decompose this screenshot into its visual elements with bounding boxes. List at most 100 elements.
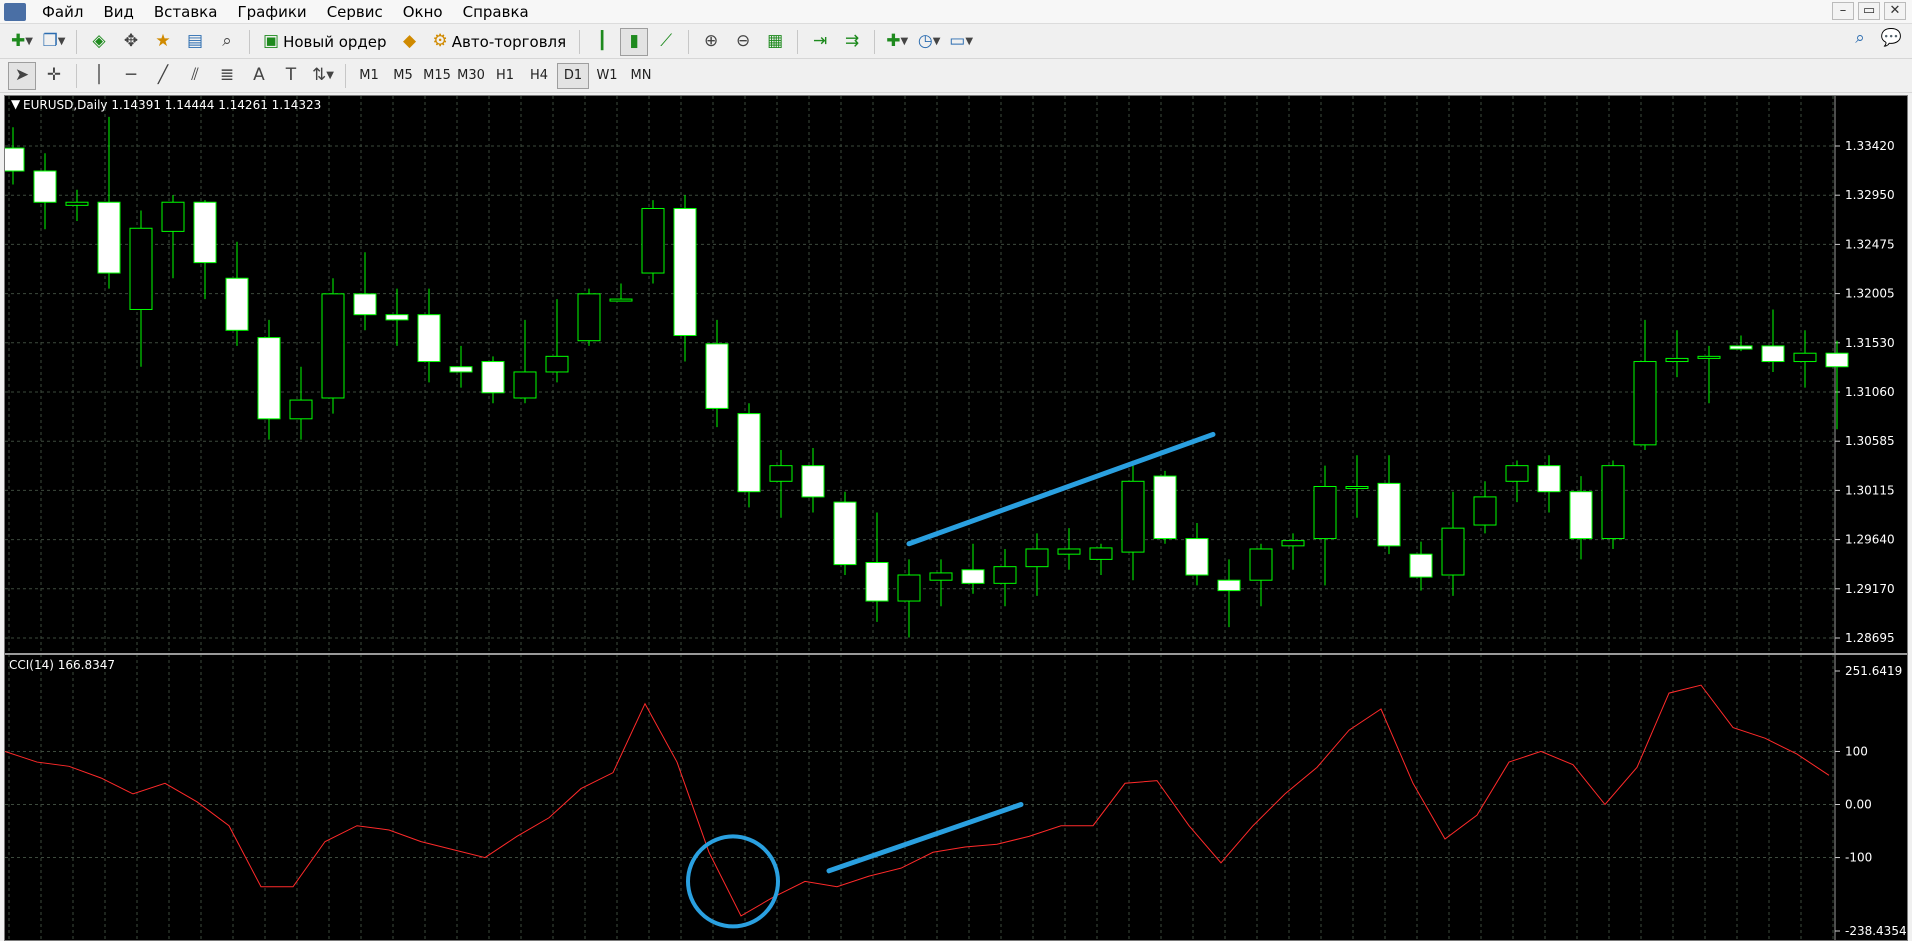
- menu-help[interactable]: Справка: [453, 1, 539, 23]
- horizontal-line-icon: ─: [125, 65, 137, 85]
- menu-view[interactable]: Вид: [93, 1, 143, 23]
- menu-window[interactable]: Окно: [393, 1, 453, 23]
- indicators-button[interactable]: ✚ ▼: [883, 28, 911, 56]
- candle-body: [353, 293, 377, 316]
- menu-charts[interactable]: Графики: [227, 1, 316, 23]
- new-chart-button[interactable]: ✚ ▼: [8, 28, 36, 56]
- line-chart-button[interactable]: ⟋: [652, 28, 680, 56]
- bar-chart-button[interactable]: ┃: [588, 28, 616, 56]
- candle-body: [705, 343, 729, 409]
- timeframe-d1[interactable]: D1: [557, 62, 589, 89]
- templates-button[interactable]: ▭ ▼: [947, 28, 975, 56]
- menu-insert[interactable]: Вставка: [144, 1, 228, 23]
- horizontal-line-button[interactable]: ─: [117, 62, 145, 90]
- tile-windows-button[interactable]: ▦: [761, 28, 789, 56]
- text-icon: A: [253, 65, 265, 85]
- chart-shift-button[interactable]: ⇥: [806, 28, 834, 56]
- price-axis-label: 1.30115: [1845, 483, 1895, 497]
- periods-button[interactable]: ◷ ▼: [915, 28, 943, 56]
- arrows-button[interactable]: ⇅ ▼: [309, 62, 337, 90]
- chat-icon[interactable]: 💬: [1881, 30, 1902, 47]
- candle-body: [449, 366, 473, 373]
- right-toolbar: ⌕ 💬: [1855, 30, 1902, 47]
- auto-trading-icon: ⚙: [432, 31, 448, 51]
- timeframe-m1[interactable]: M1: [353, 63, 385, 89]
- timeframe-m30[interactable]: M30: [455, 63, 487, 89]
- tile-icon: ▦: [767, 31, 784, 51]
- candle-body: [225, 277, 249, 331]
- candle-body: [1505, 465, 1529, 482]
- navigator-button[interactable]: ✥: [117, 28, 145, 56]
- terminal-button[interactable]: ▤: [181, 28, 209, 56]
- vertical-line-button[interactable]: │: [85, 62, 113, 90]
- candle-body: [929, 572, 953, 581]
- trendline-icon: ╱: [157, 65, 169, 85]
- auto-scroll-button[interactable]: ⇉: [838, 28, 866, 56]
- timeframe-mn[interactable]: MN: [625, 63, 657, 89]
- candle-body: [961, 569, 985, 584]
- candle-body: [865, 562, 889, 602]
- minimize-button[interactable]: –: [1832, 2, 1854, 20]
- clock-icon: ◷: [917, 31, 933, 51]
- timeframe-h4[interactable]: H4: [523, 63, 555, 89]
- crosshair-button[interactable]: ✛: [40, 62, 68, 90]
- auto-trading-button[interactable]: ⚙ Авто-торговля: [428, 28, 572, 56]
- close-button[interactable]: ✕: [1884, 2, 1906, 20]
- toolbar-separator: [797, 29, 799, 54]
- channel-button[interactable]: ⫽: [181, 62, 209, 90]
- bar-chart-icon: ┃: [597, 31, 608, 51]
- candle-body: [1761, 345, 1785, 363]
- candle-body: [513, 371, 537, 399]
- zoom-out-button[interactable]: ⊖: [729, 28, 757, 56]
- price-axis-label: 1.28695: [1845, 631, 1895, 645]
- text-label-button[interactable]: T: [277, 62, 305, 90]
- candle-body: [641, 207, 665, 274]
- candle-body: [321, 293, 345, 399]
- toolbar-separator: [345, 63, 346, 88]
- profiles-button[interactable]: ❐ ▼: [40, 28, 68, 56]
- candle-body: [5, 147, 25, 172]
- cursor-icon: ➤: [14, 65, 30, 85]
- new-order-button[interactable]: ▣ Новый ордер: [258, 28, 392, 56]
- crosshair-icon: ✥: [123, 31, 139, 51]
- price-axis-label: 1.31060: [1845, 385, 1895, 399]
- fibonacci-button[interactable]: ≣: [213, 62, 241, 90]
- candle-chart-button[interactable]: ▮: [620, 27, 649, 56]
- trendline-button[interactable]: ╱: [149, 62, 177, 90]
- zoom-out-icon: ⊖: [736, 31, 751, 51]
- timeframe-m5[interactable]: M5: [387, 63, 419, 89]
- chevron-down-icon: ▼: [25, 35, 33, 47]
- candle-body: [1025, 548, 1049, 568]
- search-icon[interactable]: ⌕: [1855, 30, 1865, 47]
- timeframe-w1[interactable]: W1: [591, 63, 623, 89]
- market-watch-button[interactable]: ◈: [85, 28, 113, 56]
- candle-body: [1121, 480, 1145, 553]
- restore-button[interactable]: ▭: [1858, 2, 1880, 20]
- candle-body: [737, 413, 761, 493]
- candle-body: [1537, 465, 1561, 493]
- indicator-axis-label: -100: [1845, 851, 1872, 865]
- candle-body: [1217, 579, 1241, 592]
- chart-window[interactable]: 1.33420 1.32950 1.32475 1.32005 1.31530 1.310…: [4, 95, 1908, 941]
- cursor-button[interactable]: ➤: [8, 61, 36, 90]
- meta-editor-button[interactable]: ◆: [396, 28, 424, 56]
- chart-shift-icon: ⇥: [813, 31, 828, 51]
- strategy-tester-button[interactable]: ⌕: [213, 28, 241, 56]
- menu-tools[interactable]: Сервис: [317, 1, 393, 23]
- app-logo-icon: [4, 2, 26, 21]
- chevron-down-icon: ▼: [900, 35, 909, 47]
- timeframe-h1[interactable]: H1: [489, 63, 521, 89]
- chart-canvas[interactable]: 1.33420 1.32950 1.32475 1.32005 1.31530 1.310…: [5, 96, 1907, 940]
- favorites-button[interactable]: ★: [149, 28, 177, 56]
- menu-file[interactable]: Файл: [32, 1, 93, 23]
- text-button[interactable]: A: [245, 62, 273, 90]
- candle-body: [1601, 465, 1625, 540]
- price-axis-label: 1.29170: [1845, 582, 1895, 596]
- timeframe-m15[interactable]: M15: [421, 63, 453, 89]
- line-chart-icon: ⟋: [660, 31, 673, 51]
- zoom-in-button[interactable]: ⊕: [697, 28, 725, 56]
- vertical-line-icon: │: [93, 65, 105, 85]
- toolbar-separator: [579, 29, 581, 54]
- candle-body: [673, 207, 697, 337]
- indicator-axis-label: -238.4354: [1845, 924, 1907, 938]
